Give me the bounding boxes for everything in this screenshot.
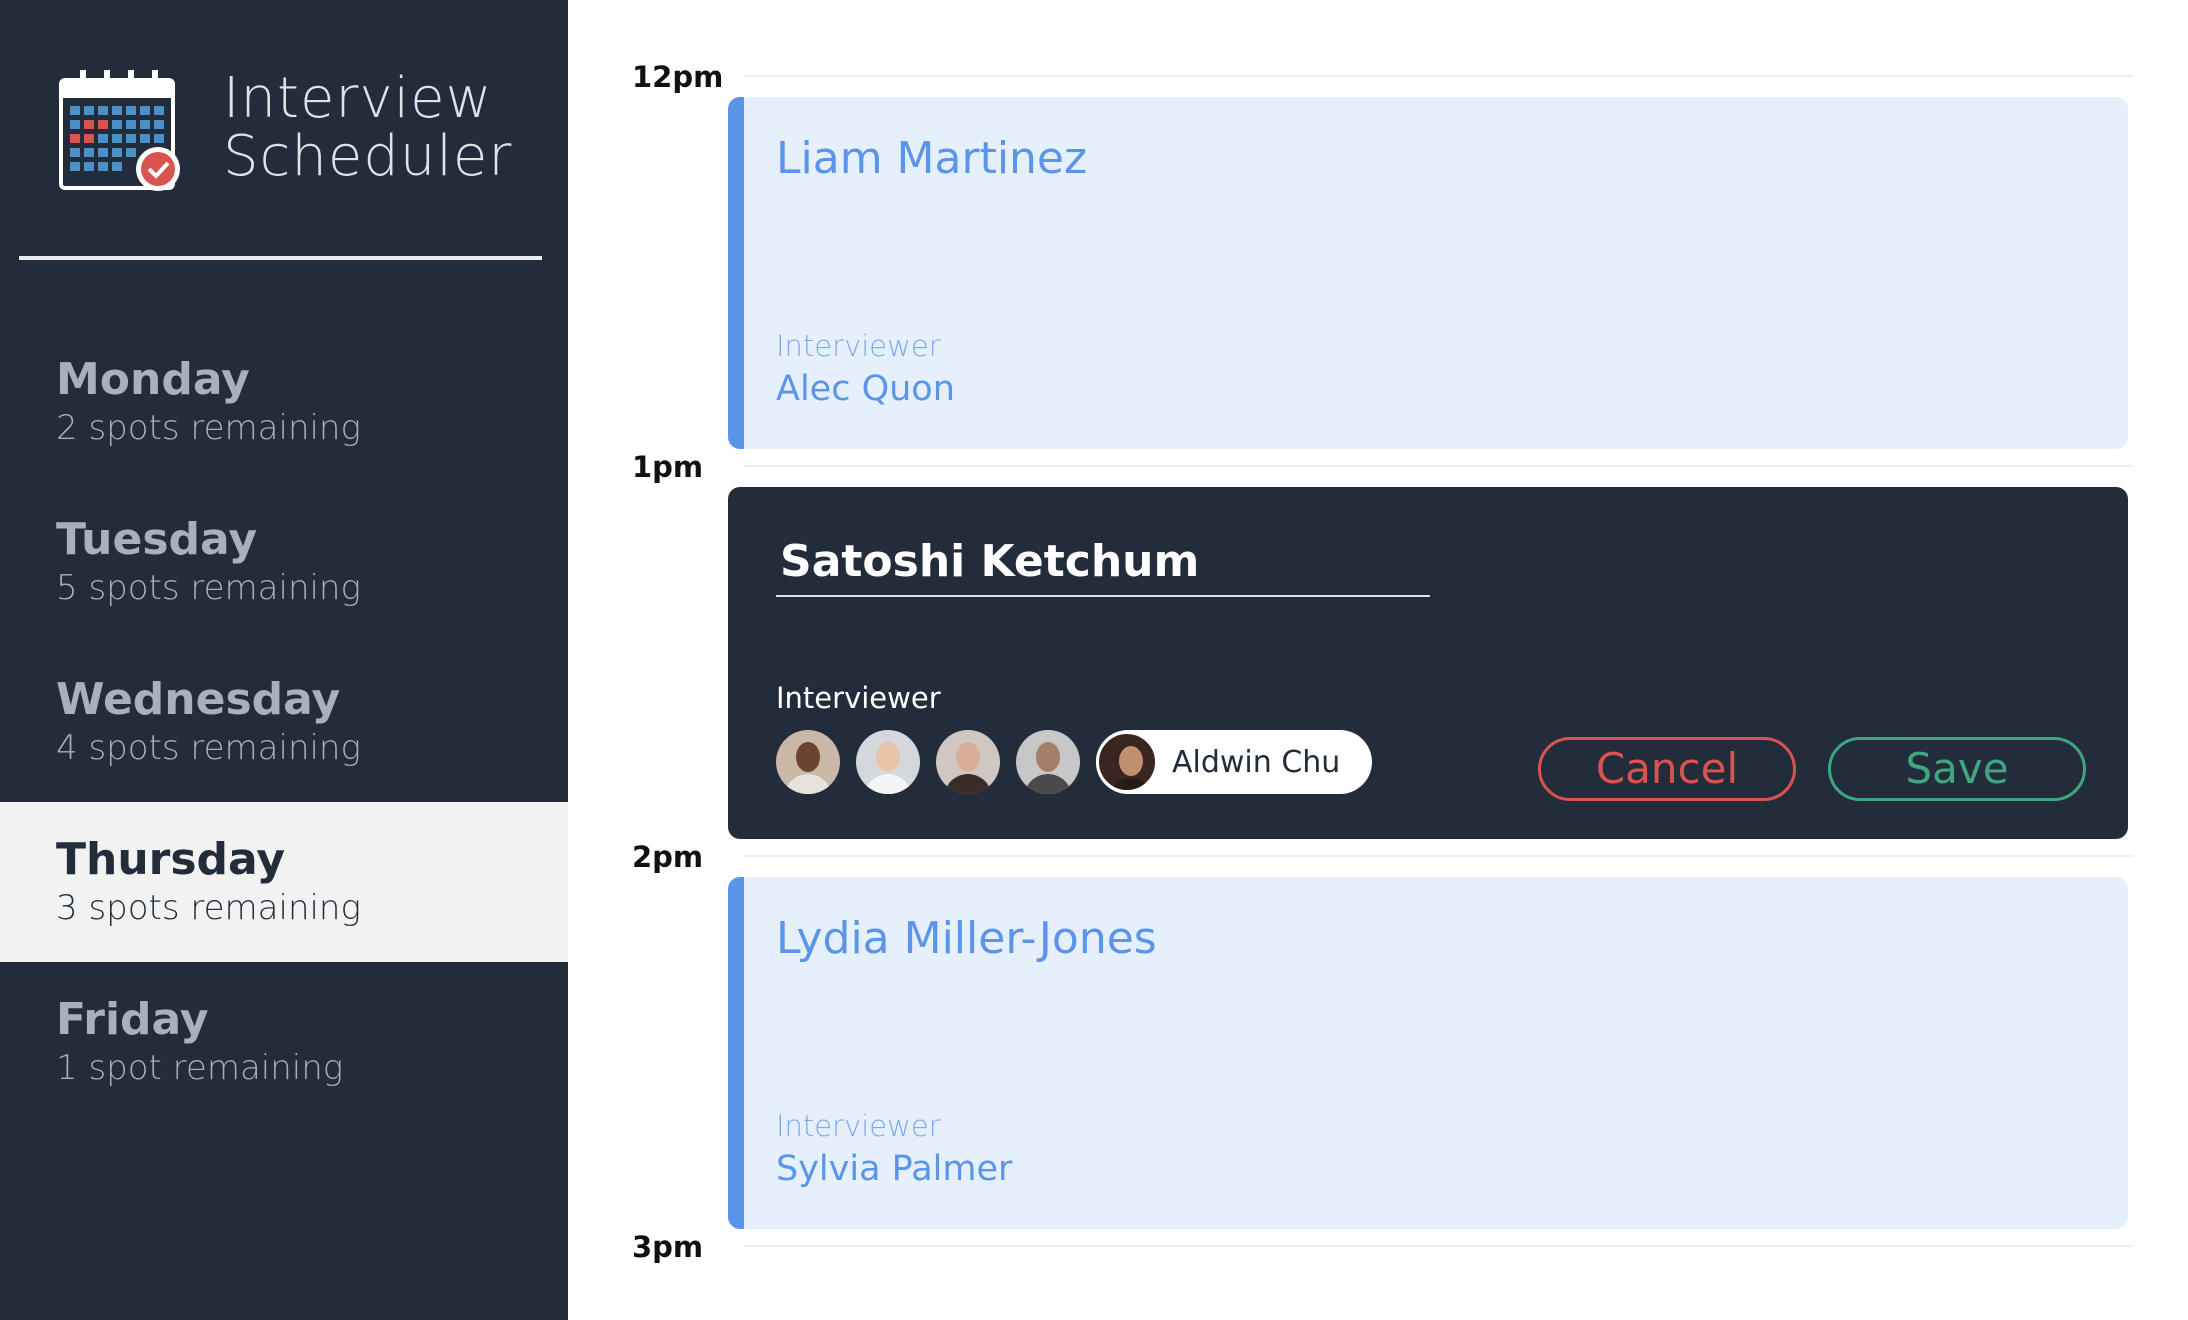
interviewer-label: Interviewer	[776, 681, 941, 715]
student-name-input[interactable]	[776, 527, 1430, 597]
day-item-monday[interactable]: Monday 2 spots remaining	[0, 322, 568, 482]
time-label-2pm: 2pm	[632, 840, 704, 874]
time-label-3pm: 3pm	[632, 1230, 704, 1264]
interviewer-name: Sylvia Palmer	[776, 1149, 1013, 1189]
day-name: Wednesday	[56, 674, 341, 725]
hour-divider	[743, 1245, 2133, 1247]
day-item-wednesday[interactable]: Wednesday 4 spots remaining	[0, 642, 568, 802]
brand: Interview Scheduler	[58, 62, 558, 192]
student-name: Liam Martinez	[776, 133, 1088, 184]
day-spots: 1 spot remaining	[56, 1048, 344, 1088]
student-name: Lydia Miller-Jones	[776, 913, 1157, 964]
app-title-line2: Scheduler	[223, 124, 513, 189]
day-item-tuesday[interactable]: Tuesday 5 spots remaining	[0, 482, 568, 642]
hour-divider	[743, 465, 2133, 467]
interviewer-name: Alec Quon	[776, 369, 955, 409]
day-name: Thursday	[56, 834, 286, 885]
app-title-line1: Interview	[223, 66, 493, 131]
interviewer-avatar	[1096, 731, 1158, 793]
interviewer-label: Interviewer	[776, 1109, 941, 1143]
time-label-12pm: 12pm	[632, 60, 724, 94]
calendar-check-icon	[59, 70, 180, 191]
interviewer-label: Interviewer	[776, 329, 941, 363]
day-list: Monday 2 spots remaining Tuesday 5 spots…	[0, 322, 568, 1122]
interviewer-avatar[interactable]	[936, 730, 1000, 794]
interviewer-avatar[interactable]	[776, 730, 840, 794]
hour-divider	[743, 855, 2133, 857]
interviewer-avatar[interactable]	[1016, 730, 1080, 794]
appointment-card[interactable]: Lydia Miller-Jones Interviewer Sylvia Pa…	[728, 877, 2128, 1229]
day-name: Friday	[56, 994, 209, 1045]
time-label-1pm: 1pm	[632, 450, 704, 484]
hour-divider	[743, 75, 2133, 77]
day-name: Tuesday	[56, 514, 258, 565]
sidebar: Interview Scheduler Monday 2 spots remai…	[0, 0, 568, 1320]
day-spots: 5 spots remaining	[56, 568, 361, 608]
interviewer-list: Aldwin Chu	[776, 729, 1373, 795]
day-name: Monday	[56, 354, 250, 405]
selected-interviewer[interactable]: Aldwin Chu	[1096, 730, 1373, 794]
day-spots: 4 spots remaining	[56, 728, 361, 768]
day-item-friday[interactable]: Friday 1 spot remaining	[0, 962, 568, 1122]
selected-interviewer-name: Aldwin Chu	[1172, 744, 1341, 780]
day-spots: 2 spots remaining	[56, 408, 361, 448]
appointment-form: Interviewer Aldwin Chu Cancel Save	[728, 487, 2128, 839]
interviewer-avatar[interactable]	[856, 730, 920, 794]
sidebar-divider	[19, 256, 542, 260]
day-spots: 3 spots remaining	[56, 888, 361, 928]
day-item-thursday[interactable]: Thursday 3 spots remaining	[0, 802, 568, 962]
cancel-button[interactable]: Cancel	[1538, 737, 1796, 801]
appointment-card[interactable]: Liam Martinez Interviewer Alec Quon	[728, 97, 2128, 449]
schedule: 12pm Liam Martinez Interviewer Alec Quon…	[568, 0, 2188, 1320]
app-title: Interview Scheduler	[223, 70, 512, 186]
save-button[interactable]: Save	[1828, 737, 2086, 801]
